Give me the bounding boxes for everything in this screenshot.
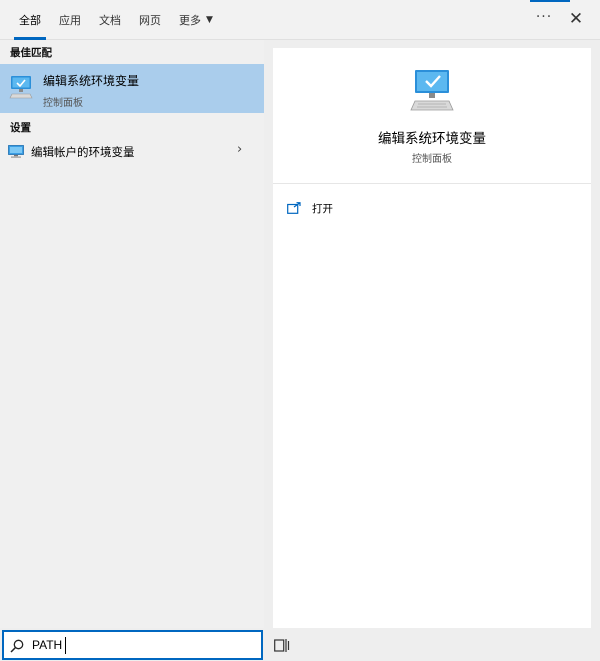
best-match-subtitle: 控制面板	[43, 98, 83, 109]
tab-label: 文档	[99, 14, 121, 27]
settings-item-edit-account-env[interactable]: 编辑帐户的环境变量 ›	[0, 141, 264, 163]
tab-all[interactable]: 全部	[10, 0, 50, 40]
best-match-title: 编辑系统环境变量	[43, 74, 140, 88]
search-icon	[10, 639, 24, 653]
preview-divider	[273, 183, 591, 184]
tab-web[interactable]: 网页	[130, 0, 170, 40]
best-match-heading: 最佳匹配	[10, 47, 52, 59]
settings-heading: 设置	[10, 122, 31, 134]
top-accent-line	[530, 0, 570, 2]
text-caret	[65, 637, 66, 654]
monitor-icon	[8, 145, 24, 158]
tab-label: 更多	[179, 14, 201, 27]
open-action-label: 打开	[312, 202, 333, 215]
monitor-check-icon	[9, 76, 33, 99]
ellipsis-icon[interactable]: ···	[534, 10, 554, 28]
best-match-item[interactable]: 编辑系统环境变量 控制面板	[0, 64, 264, 113]
caret-down-icon: ▼	[206, 15, 213, 25]
tab-apps[interactable]: 应用	[50, 0, 90, 40]
results-pane: 最佳匹配 编辑系统环境变量 控制面板 设置 编辑帐户的环境变量 ›	[0, 40, 264, 628]
search-query[interactable]: PATH	[32, 638, 62, 652]
close-icon[interactable]: ✕	[566, 8, 586, 30]
monitor-check-icon	[410, 70, 454, 111]
chevron-right-icon[interactable]: ›	[237, 142, 242, 157]
search-input[interactable]: PATH	[2, 630, 263, 660]
open-icon	[287, 202, 301, 214]
open-action[interactable]: 打开	[287, 198, 333, 218]
settings-item-label: 编辑帐户的环境变量	[31, 145, 135, 159]
preview-title: 编辑系统环境变量	[378, 131, 486, 147]
scope-tabs: 全部 应用 文档 网页 更多 ▼	[10, 0, 222, 40]
search-bar-area: PATH	[0, 628, 600, 661]
tab-label: 全部	[19, 14, 41, 27]
tab-more[interactable]: 更多 ▼	[170, 0, 222, 40]
preview-pane: 编辑系统环境变量 控制面板 打开	[273, 48, 591, 630]
top-tab-bar: 全部 应用 文档 网页 更多 ▼ ··· ✕	[0, 0, 600, 40]
tab-label: 应用	[59, 14, 81, 27]
timeline-icon[interactable]	[274, 638, 290, 653]
preview-subtitle: 控制面板	[412, 154, 452, 165]
tab-label: 网页	[139, 14, 161, 27]
tab-documents[interactable]: 文档	[90, 0, 130, 40]
